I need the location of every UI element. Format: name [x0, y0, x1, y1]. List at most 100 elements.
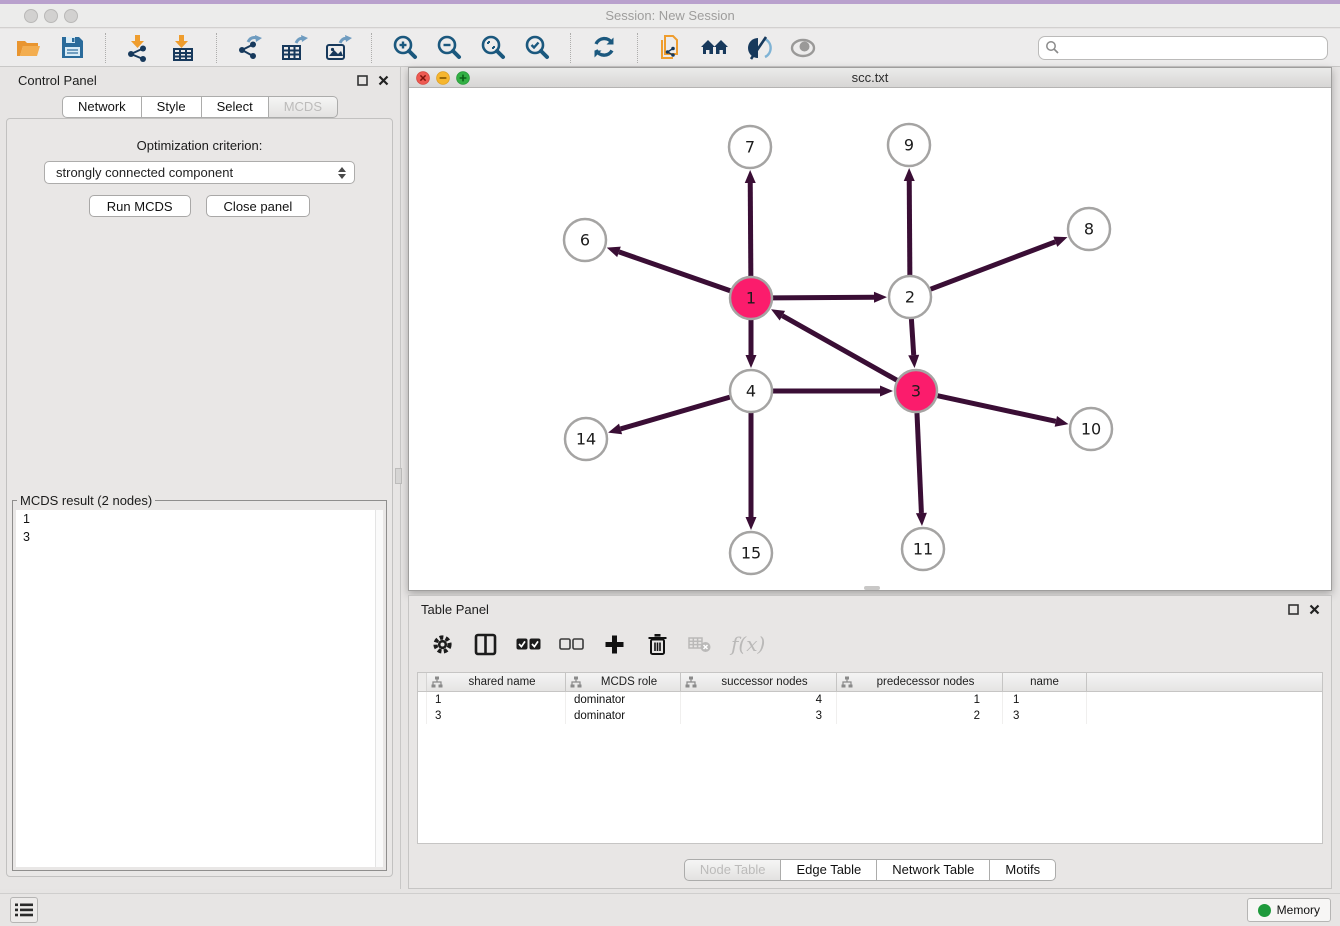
graph-edge-3-10[interactable] — [937, 396, 1068, 427]
table-settings-button[interactable] — [428, 630, 456, 658]
refresh-button[interactable] — [588, 32, 620, 64]
graph-node-11[interactable]: 11 — [902, 528, 944, 570]
cell-successor-nodes[interactable]: 3 — [681, 708, 837, 724]
svg-text:7: 7 — [745, 138, 755, 157]
zoom-in-button[interactable] — [389, 32, 421, 64]
graph-edge-4-3[interactable] — [773, 386, 893, 397]
graph-edge-4-14[interactable] — [608, 397, 730, 434]
graph-edge-2-3[interactable] — [908, 319, 919, 368]
task-history-button[interactable] — [10, 897, 38, 923]
graph-node-9[interactable]: 9 — [888, 124, 930, 166]
cell-predecessor-nodes[interactable]: 1 — [837, 692, 1003, 708]
search-input[interactable] — [1064, 38, 1327, 58]
export-table-button[interactable] — [278, 32, 310, 64]
mcds-result-item: 3 — [16, 528, 383, 546]
graph-node-1[interactable]: 1 — [730, 277, 772, 319]
graph-node-10[interactable]: 10 — [1070, 408, 1112, 450]
zoom-selected-button[interactable] — [521, 32, 553, 64]
duplicate-network-button[interactable] — [655, 32, 687, 64]
graph-edge-1-4[interactable] — [746, 320, 757, 368]
search-field[interactable] — [1038, 36, 1328, 60]
minimize-network-button[interactable] — [436, 71, 450, 85]
style-appearance-button[interactable] — [743, 32, 775, 64]
result-scrollbar[interactable] — [375, 510, 383, 867]
graph-edge-1-6[interactable] — [607, 247, 731, 291]
graph-node-3[interactable]: 3 — [895, 370, 937, 412]
graph-edge-3-1[interactable] — [771, 309, 897, 380]
graph-node-14[interactable]: 14 — [565, 418, 607, 460]
graph-edge-2-9[interactable] — [904, 168, 915, 275]
criterion-selected-value: strongly connected component — [56, 165, 336, 180]
tab-mcds[interactable]: MCDS — [269, 96, 338, 118]
memory-button[interactable]: Memory — [1247, 898, 1331, 922]
export-image-button[interactable] — [322, 32, 354, 64]
cell-successor-nodes[interactable]: 4 — [681, 692, 837, 708]
tab-select[interactable]: Select — [202, 96, 269, 118]
graph-node-8[interactable]: 8 — [1068, 208, 1110, 250]
graph-node-4[interactable]: 4 — [730, 370, 772, 412]
close-panel-push-button[interactable]: Close panel — [206, 195, 311, 217]
cell-name[interactable]: 3 — [1003, 708, 1087, 724]
cell-name[interactable]: 1 — [1003, 692, 1087, 708]
maximize-network-button[interactable] — [456, 71, 470, 85]
graph-node-7[interactable]: 7 — [729, 126, 771, 168]
cell-shared-name[interactable]: 3 — [427, 708, 566, 724]
close-network-button[interactable] — [416, 71, 430, 85]
delete-column-button[interactable] — [643, 630, 671, 658]
zoom-fit-button[interactable] — [477, 32, 509, 64]
export-network-button[interactable] — [234, 32, 266, 64]
table-row[interactable]: 3 dominator 3 2 3 — [418, 708, 1322, 724]
network-window-titlebar[interactable]: scc.txt — [409, 68, 1331, 88]
cell-mcds-role[interactable]: dominator — [566, 692, 681, 708]
column-header-name[interactable]: name — [1003, 673, 1087, 691]
cell-predecessor-nodes[interactable]: 2 — [837, 708, 1003, 724]
import-network-button[interactable] — [123, 32, 155, 64]
canvas-hscroll-handle[interactable] — [864, 586, 880, 590]
graph-edge-4-15[interactable] — [746, 413, 757, 530]
cell-shared-name[interactable]: 1 — [427, 692, 566, 708]
select-all-button[interactable] — [514, 630, 542, 658]
run-mcds-button[interactable]: Run MCDS — [89, 195, 191, 217]
import-table-button[interactable] — [167, 32, 199, 64]
minimize-window-button[interactable] — [44, 9, 58, 23]
column-header-shared-name[interactable]: shared name — [427, 673, 566, 691]
open-session-button[interactable] — [12, 32, 44, 64]
add-column-button[interactable] — [600, 630, 628, 658]
zoom-window-button[interactable] — [64, 9, 78, 23]
cell-mcds-role[interactable]: dominator — [566, 708, 681, 724]
graph-node-15[interactable]: 15 — [730, 532, 772, 574]
delete-table-button[interactable] — [686, 630, 714, 658]
application-window: Session: New Session — [0, 0, 1340, 926]
hide-panel-button[interactable] — [787, 32, 819, 64]
home-layout-button[interactable] — [699, 32, 731, 64]
function-builder-button[interactable]: f(x) — [731, 632, 765, 656]
close-panel-button[interactable] — [376, 73, 390, 87]
close-table-panel-button[interactable] — [1307, 602, 1321, 616]
zoom-out-button[interactable] — [433, 32, 465, 64]
tab-network-table[interactable]: Network Table — [877, 859, 990, 881]
panel-splitter-handle[interactable] — [395, 468, 402, 484]
tab-node-table[interactable]: Node Table — [684, 859, 782, 881]
column-header-mcds-role[interactable]: MCDS role — [566, 673, 681, 691]
column-header-predecessor-nodes[interactable]: predecessor nodes — [837, 673, 1003, 691]
float-panel-button[interactable] — [355, 73, 369, 87]
graph-edge-2-8[interactable] — [931, 237, 1068, 290]
column-header-successor-nodes[interactable]: successor nodes — [681, 673, 837, 691]
criterion-select[interactable]: strongly connected component — [44, 161, 355, 184]
show-columns-button[interactable] — [471, 630, 499, 658]
graph-edge-1-2[interactable] — [773, 292, 887, 303]
tab-network[interactable]: Network — [62, 96, 142, 118]
deselect-all-button[interactable] — [557, 630, 585, 658]
graph-edge-1-7[interactable] — [745, 170, 756, 276]
tab-edge-table[interactable]: Edge Table — [781, 859, 877, 881]
tab-style[interactable]: Style — [142, 96, 202, 118]
tab-motifs[interactable]: Motifs — [990, 859, 1056, 881]
save-session-button[interactable] — [56, 32, 88, 64]
float-table-panel-button[interactable] — [1286, 602, 1300, 616]
graph-node-6[interactable]: 6 — [564, 219, 606, 261]
table-row[interactable]: 1 dominator 4 1 1 — [418, 692, 1322, 708]
close-window-button[interactable] — [24, 9, 38, 23]
graph-edge-3-11[interactable] — [916, 413, 927, 526]
graph-node-2[interactable]: 2 — [889, 276, 931, 318]
network-canvas[interactable]: 7 9 6 8 1 2 4 3 14 10 15 11 — [409, 89, 1331, 590]
